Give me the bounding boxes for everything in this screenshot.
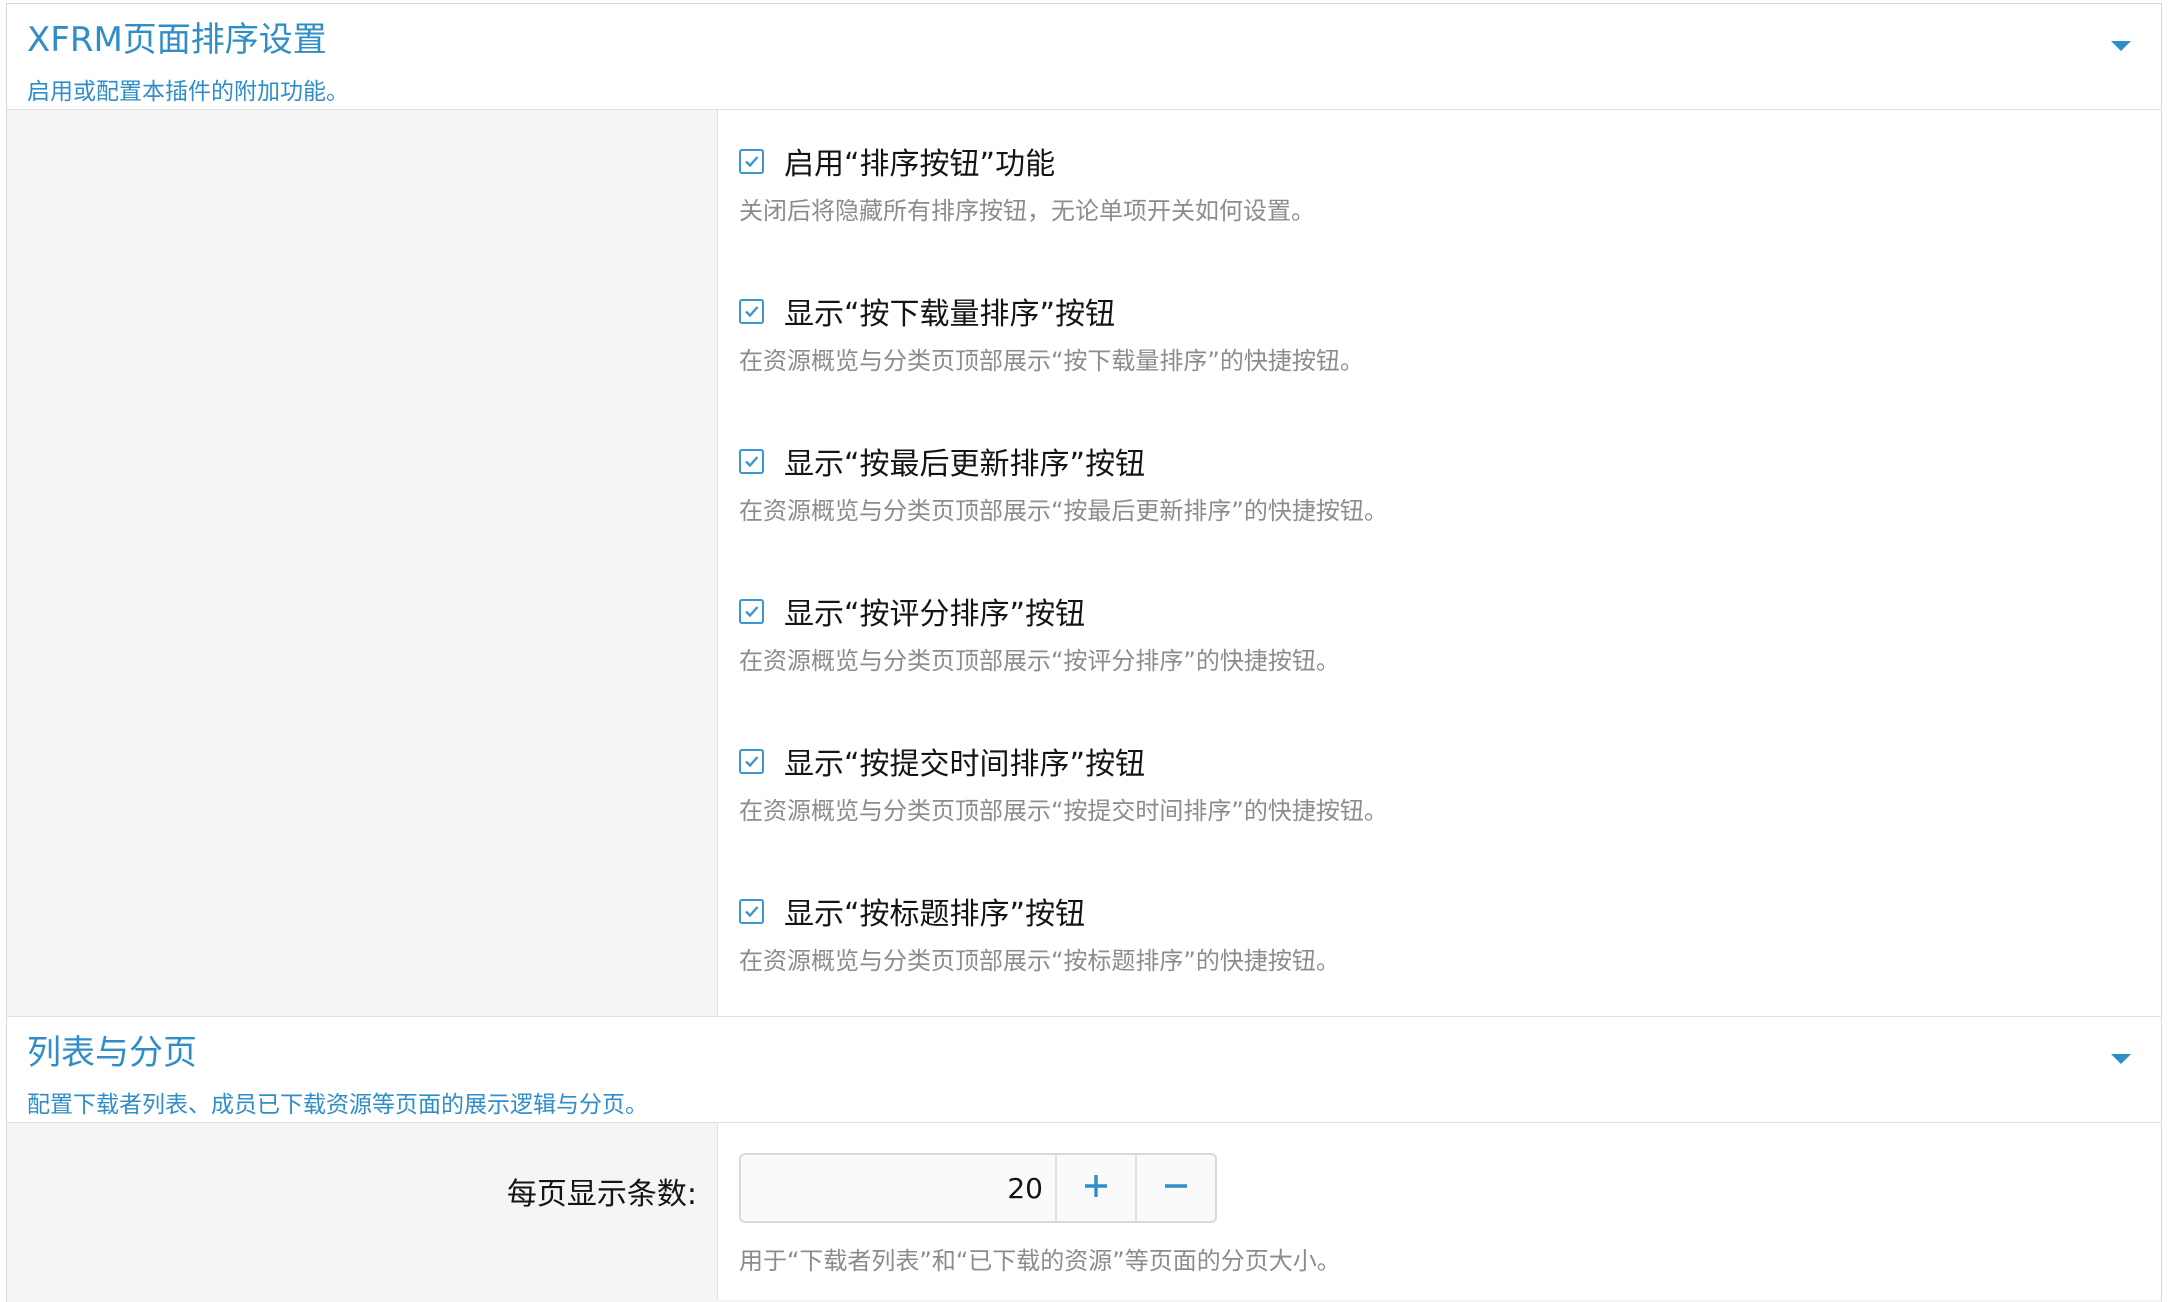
option-label[interactable]: 显示“按评分排序”按钮 <box>784 589 1085 633</box>
per-page-hint: 用于“下载者列表”和“已下载的资源”等页面的分页大小。 <box>739 1247 1341 1275</box>
per-page-label-column: 每页显示条数: <box>7 1123 718 1300</box>
option-hint: 关闭后将隐藏所有排序按钮，无论单项开关如何设置。 <box>739 197 1315 225</box>
sort-submit-date-checkbox[interactable] <box>739 748 764 774</box>
option-label[interactable]: 显示“按下载量排序”按钮 <box>784 289 1115 333</box>
option-label[interactable]: 显示“按最后更新排序”按钮 <box>784 439 1145 483</box>
list-section-body: 每页显示条数: 用于“下载者列表”和“已下载的资源”等页面的分页大小。 <box>7 1123 2161 1300</box>
sort-section-header[interactable]: XFRM页面排序设置 启用或配置本插件的附加功能。 <box>7 4 2161 110</box>
option-hint: 在资源概览与分类页顶部展示“按评分排序”的快捷按钮。 <box>739 647 1340 675</box>
per-page-input[interactable] <box>741 1155 1055 1221</box>
list-section-description: 配置下载者列表、成员已下载资源等页面的展示逻辑与分页。 <box>27 1092 648 1118</box>
option-sort-by-submit-date: 显示“按提交时间排序”按钮 在资源概览与分类页顶部展示“按提交时间排序”的快捷按… <box>739 741 2139 826</box>
sort-section-body: 启用“排序按钮”功能 关闭后将隐藏所有排序按钮，无论单项开关如何设置。 显示“按… <box>7 110 2161 1016</box>
option-label[interactable]: 显示“按标题排序”按钮 <box>784 889 1085 933</box>
option-hint: 在资源概览与分类页顶部展示“按最后更新排序”的快捷按钮。 <box>739 497 1388 525</box>
option-hint: 在资源概览与分类页顶部展示“按下载量排序”的快捷按钮。 <box>739 347 1364 375</box>
sort-label-column <box>7 110 718 1016</box>
option-sort-by-last-update: 显示“按最后更新排序”按钮 在资源概览与分类页顶部展示“按最后更新排序”的快捷按… <box>739 441 2139 526</box>
list-section-header[interactable]: 列表与分页 配置下载者列表、成员已下载资源等页面的展示逻辑与分页。 <box>7 1016 2161 1123</box>
option-sort-by-rating: 显示“按评分排序”按钮 在资源概览与分类页顶部展示“按评分排序”的快捷按钮。 <box>739 591 2139 676</box>
sort-last-update-checkbox[interactable] <box>739 448 764 474</box>
sort-section-description: 启用或配置本插件的附加功能。 <box>27 79 349 105</box>
option-hint: 在资源概览与分类页顶部展示“按标题排序”的快捷按钮。 <box>739 947 1340 975</box>
per-page-field: 用于“下载者列表”和“已下载的资源”等页面的分页大小。 <box>718 1123 2161 1300</box>
increment-button[interactable] <box>1055 1155 1135 1221</box>
option-label[interactable]: 启用“排序按钮”功能 <box>784 139 1055 183</box>
options-page: XFRM页面排序设置 启用或配置本插件的附加功能。 启用“排序按钮”功能 关闭后… <box>6 3 2162 1302</box>
option-hint: 在资源概览与分类页顶部展示“按提交时间排序”的快捷按钮。 <box>739 797 1388 825</box>
sort-rating-checkbox[interactable] <box>739 598 764 624</box>
option-sort-by-title: 显示“按标题排序”按钮 在资源概览与分类页顶部展示“按标题排序”的快捷按钮。 <box>739 891 2139 976</box>
option-sort-by-downloads: 显示“按下载量排序”按钮 在资源概览与分类页顶部展示“按下载量排序”的快捷按钮。 <box>739 291 2139 376</box>
option-label[interactable]: 显示“按提交时间排序”按钮 <box>784 739 1145 783</box>
sort-downloads-checkbox[interactable] <box>739 298 764 324</box>
caret-down-icon[interactable] <box>2109 1051 2133 1067</box>
option-enable-sort-buttons: 启用“排序按钮”功能 关闭后将隐藏所有排序按钮，无论单项开关如何设置。 <box>739 141 2139 226</box>
sort-title-checkbox[interactable] <box>739 898 764 924</box>
list-section-title: 列表与分页 <box>27 1033 197 1073</box>
decrement-button[interactable] <box>1135 1155 1215 1221</box>
sort-options-list: 启用“排序按钮”功能 关闭后将隐藏所有排序按钮，无论单项开关如何设置。 显示“按… <box>718 110 2161 1016</box>
per-page-stepper <box>739 1153 1217 1223</box>
sort-section-title: XFRM页面排序设置 <box>27 20 327 60</box>
plus-icon <box>1083 1173 1109 1203</box>
enable-sort-checkbox[interactable] <box>739 148 764 174</box>
per-page-label: 每页显示条数: <box>506 1177 697 1212</box>
caret-down-icon[interactable] <box>2109 38 2133 54</box>
minus-icon <box>1163 1173 1189 1203</box>
